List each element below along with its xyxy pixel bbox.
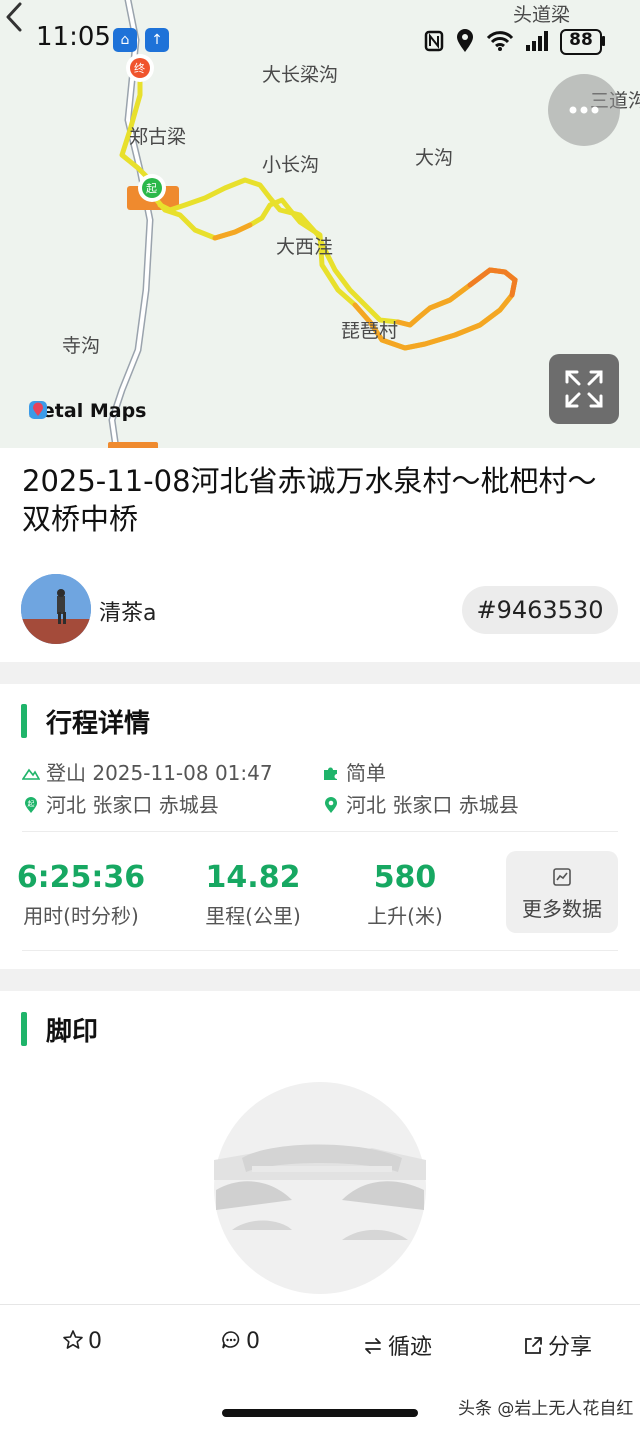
wifi-icon (486, 31, 514, 51)
section-accent-bar (21, 704, 27, 738)
share-label: 分享 (548, 1335, 593, 1360)
comment-icon (222, 1331, 240, 1349)
share-icon (525, 1337, 542, 1354)
section-divider (0, 662, 640, 684)
comment-count: 0 (246, 1329, 260, 1354)
track-id-badge[interactable]: #9463530 (462, 586, 618, 634)
more-data-button[interactable]: 更多数据 (506, 851, 618, 933)
start-pin-icon: 起 (25, 797, 37, 813)
like-button[interactable]: 0 (62, 1329, 102, 1354)
puzzle-icon (324, 767, 337, 780)
more-dots-icon (569, 106, 599, 114)
avatar-image (21, 574, 91, 644)
star-icon (63, 1330, 83, 1349)
stat-distance-label: 里程(公里) (205, 904, 301, 928)
signal-icon (526, 31, 548, 51)
battery-tip (602, 36, 605, 46)
difficulty-value: 简单 (346, 761, 386, 785)
back-arrow-icon[interactable] (0, 0, 30, 34)
road-shield-bottom (108, 442, 158, 448)
mountain-icon (22, 768, 40, 780)
section-divider (0, 969, 640, 991)
details-section-title: 行程详情 (46, 709, 151, 739)
place-name: 郑古梁 (129, 126, 187, 148)
start-location-info: 起 河北 张家口 赤城县 (22, 789, 219, 818)
expand-icon (565, 370, 603, 408)
status-time: 11:05 (36, 22, 111, 52)
footprint-section-title: 脚印 (46, 1017, 99, 1047)
svg-text:起: 起 (28, 800, 35, 808)
end-pin-icon (325, 797, 337, 813)
share-button[interactable]: 分享 (522, 1329, 592, 1361)
end-location-info: 河北 张家口 赤城县 (322, 789, 519, 818)
map-attribution: Petal Maps (28, 400, 146, 422)
place-name: 头道梁 (513, 4, 571, 26)
route-map[interactable]: 终 起 头道梁 大长梁沟 三道沟 郑古梁 小长沟 大沟 大西洼 琵琶村 寺沟 1… (0, 0, 640, 448)
follow-track-button[interactable]: 循迹 (362, 1329, 432, 1361)
avatar[interactable] (21, 574, 91, 644)
route-line-yellow (119, 67, 518, 351)
chart-icon (553, 868, 571, 886)
stat-duration-label: 用时(时分秒) (23, 904, 139, 928)
user-name[interactable]: 清茶a (99, 595, 156, 627)
section-accent-bar (21, 1012, 27, 1046)
stat-duration-value: 6:25:36 (16, 860, 146, 895)
activity-datetime: 2025-11-08 01:47 (92, 761, 273, 785)
difficulty-info: 简单 (322, 757, 386, 786)
upload-notification-icon: ↑ (145, 28, 169, 52)
location-icon (457, 29, 473, 52)
fullscreen-map-button[interactable] (549, 354, 619, 424)
follow-track-label: 循迹 (388, 1335, 433, 1360)
activity-type: 登山 (46, 761, 86, 785)
divider-line (22, 831, 618, 832)
activity-info: 登山 2025-11-08 01:47 (22, 757, 273, 786)
stat-distance-value: 14.82 (205, 860, 301, 895)
empty-footprint-illustration (214, 1082, 426, 1294)
home-indicator[interactable] (222, 1409, 418, 1417)
place-name: 大西洼 (276, 236, 334, 258)
route-line-dark-orange (467, 267, 518, 298)
follow-track-icon (365, 1338, 381, 1354)
divider-line (22, 950, 618, 951)
battery-level: 88 (569, 30, 593, 50)
place-name: 寺沟 (62, 335, 101, 357)
place-name: 大沟 (415, 147, 454, 169)
start-location: 河北 张家口 赤城县 (46, 793, 219, 817)
like-count: 0 (88, 1329, 102, 1354)
track-title: 2025-11-08河北省赤诚万水泉村～枇杷村～双桥中桥 (22, 464, 597, 536)
watermark: 头条 @岩上无人花自红 (458, 1399, 634, 1419)
start-marker-label: 起 (146, 182, 157, 195)
comment-button[interactable]: 0 (220, 1329, 260, 1354)
more-data-label: 更多数据 (522, 897, 602, 921)
notification-app-icon: ⌂ (113, 28, 137, 52)
place-name: 大长梁沟 (262, 64, 339, 86)
end-location: 河北 张家口 赤城县 (346, 793, 519, 817)
place-name: 琵琶村 (341, 320, 399, 342)
place-name: 小长沟 (262, 154, 320, 176)
route-line-orange-2 (212, 222, 253, 241)
petal-maps-logo-icon (29, 401, 47, 419)
stat-ascent-value: 580 (373, 860, 437, 895)
end-marker-label: 终 (134, 62, 145, 75)
battery-icon: 88 (560, 29, 602, 55)
stat-ascent-label: 上升(米) (367, 904, 443, 928)
more-options-button[interactable] (548, 74, 620, 146)
nfc-icon (424, 30, 444, 52)
